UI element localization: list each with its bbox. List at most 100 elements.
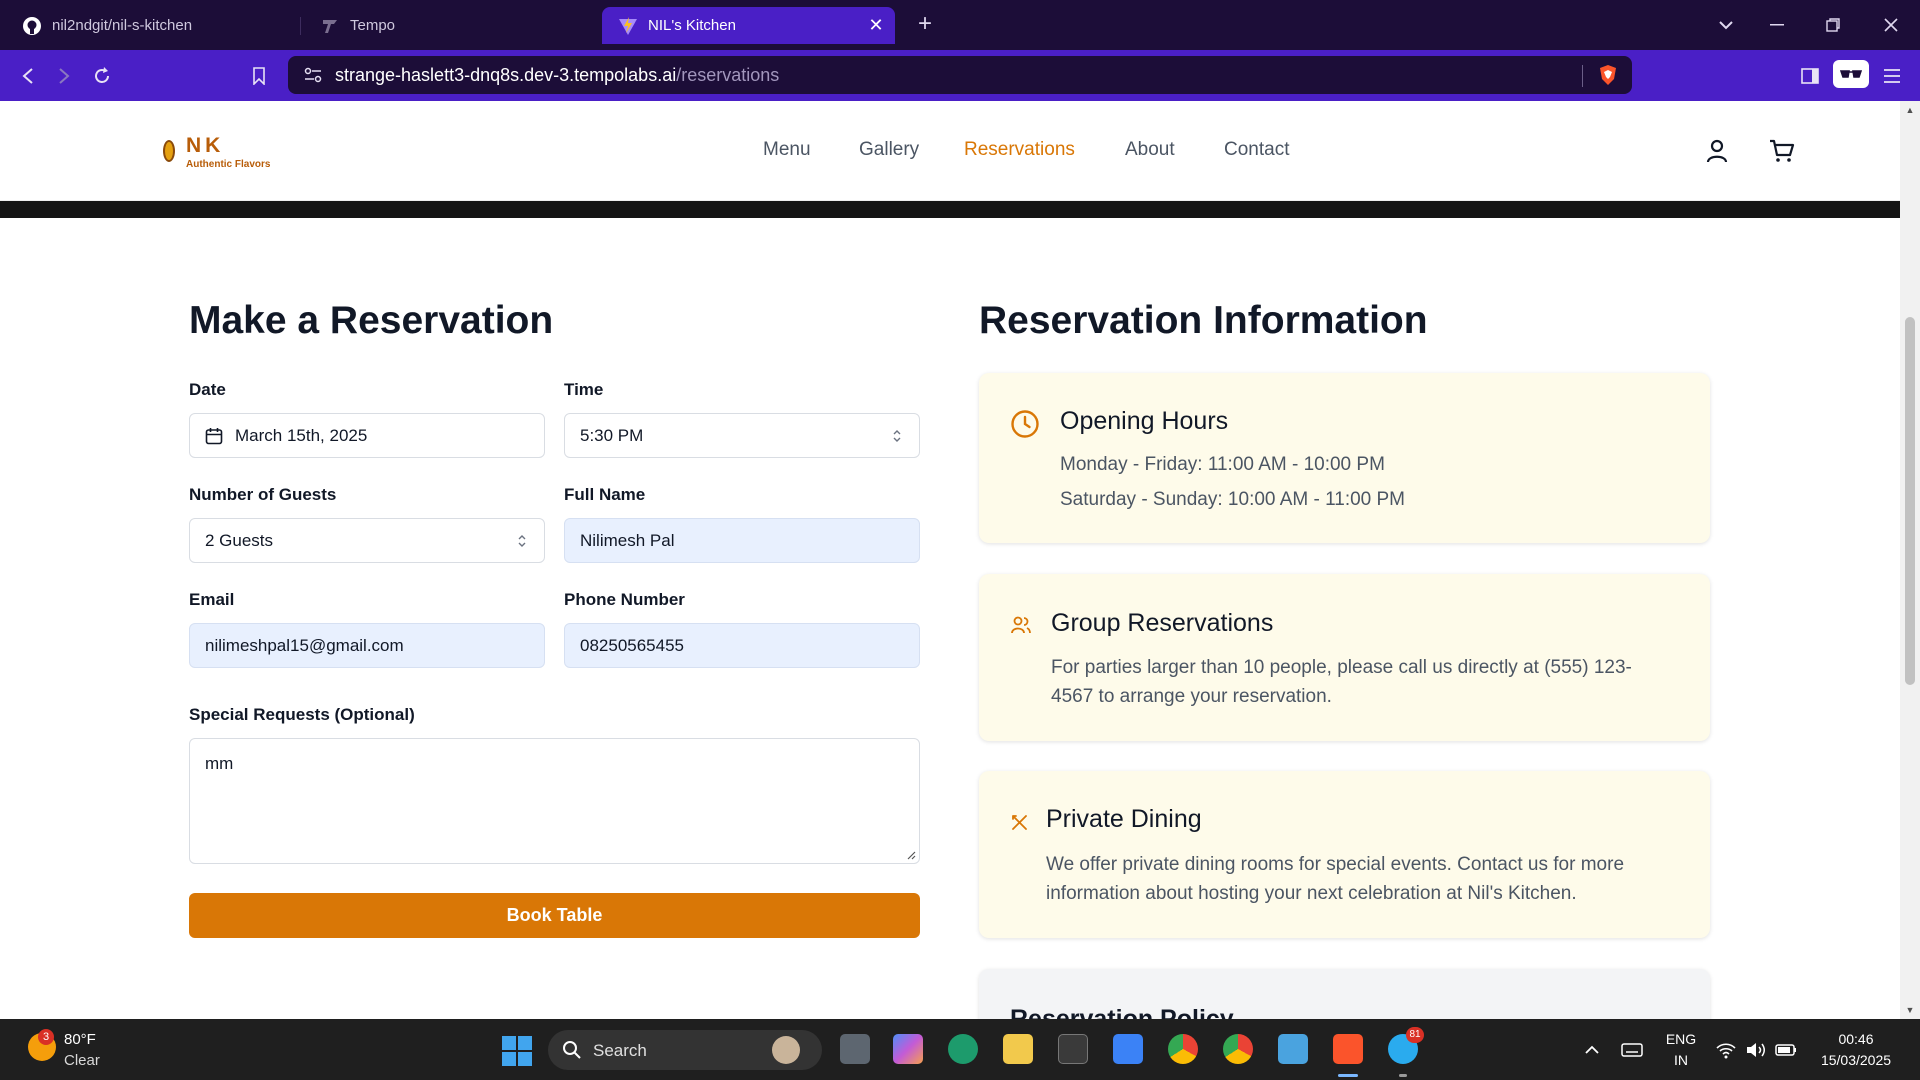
tab-search-chevron-icon[interactable] — [1711, 12, 1741, 38]
clock-icon — [1011, 410, 1039, 438]
search-highlight-icon — [772, 1036, 800, 1064]
private-dining-card: Private Dining We offer private dining r… — [979, 771, 1710, 938]
scrollbar-thumb[interactable] — [1905, 317, 1915, 685]
github-icon — [22, 16, 42, 36]
phone-input[interactable]: 08250565455 — [564, 623, 920, 668]
card-line: 4567 to arrange your reservation. — [1051, 686, 1332, 707]
sidebar-icon[interactable] — [1796, 62, 1824, 90]
running-app-indicator — [1399, 1074, 1407, 1077]
special-requests-value: mm — [205, 754, 234, 773]
book-table-button[interactable]: Book Table — [189, 893, 920, 938]
card-line: information about hosting your next cele… — [1046, 883, 1577, 904]
minimize-icon[interactable] — [1762, 12, 1792, 38]
group-reservations-card: Group Reservations For parties larger th… — [979, 574, 1710, 741]
close-tab-icon[interactable]: ✕ — [867, 16, 885, 34]
card-line: We offer private dining rooms for specia… — [1046, 854, 1625, 875]
utensils-icon — [1012, 815, 1027, 830]
nav-about[interactable]: About — [1125, 139, 1175, 161]
info-title: Reservation Information — [979, 299, 1428, 342]
show-hidden-icons-icon[interactable] — [1581, 1039, 1603, 1061]
chevron-updown-icon — [518, 535, 526, 547]
file-explorer-icon[interactable] — [1003, 1034, 1033, 1064]
tab-label: Tempo — [350, 17, 396, 34]
card-title: Group Reservations — [1051, 609, 1274, 637]
nav-gallery[interactable]: Gallery — [859, 139, 919, 161]
nav-menu[interactable]: Menu — [763, 139, 811, 161]
weather-condition: Clear — [64, 1052, 100, 1069]
restore-icon[interactable] — [1818, 12, 1848, 38]
time-select[interactable]: 5:30 PM — [564, 413, 920, 458]
calendar-icon — [205, 427, 223, 444]
clock-date[interactable]: 15/03/2025 — [1812, 1052, 1900, 1068]
tempo-icon — [320, 16, 340, 36]
phone-label: Phone Number — [564, 590, 685, 609]
card-title: Opening Hours — [1060, 407, 1229, 435]
tab-github[interactable]: nil2ndgit/nil-s-kitchen — [6, 7, 296, 44]
brave-icon[interactable] — [1333, 1034, 1363, 1064]
copilot-icon[interactable] — [893, 1034, 923, 1064]
reload-icon[interactable] — [88, 62, 116, 90]
taskbar-search[interactable]: Search — [548, 1030, 822, 1070]
weather-temp: 80°F — [64, 1031, 96, 1048]
hero-image-bottom — [0, 201, 1900, 218]
bookmark-icon[interactable] — [245, 62, 273, 90]
special-requests-textarea[interactable]: mm — [189, 738, 920, 864]
notepad-icon[interactable] — [1278, 1034, 1308, 1064]
terminal-icon[interactable] — [1058, 1034, 1088, 1064]
new-tab-button[interactable]: + — [912, 12, 938, 38]
guests-select[interactable]: 2 Guests — [189, 518, 545, 563]
date-label: Date — [189, 380, 226, 399]
full-name-input[interactable]: Nilimesh Pal — [564, 518, 920, 563]
card-title: Private Dining — [1046, 805, 1202, 833]
site-settings-icon[interactable] — [304, 67, 322, 83]
store-icon[interactable] — [1113, 1034, 1143, 1064]
active-app-indicator — [1338, 1074, 1358, 1077]
url-bar[interactable]: strange-haslett3-dnq8s.dev-3.tempolabs.a… — [288, 56, 1632, 94]
leo-ai-icon[interactable] — [1833, 60, 1869, 88]
volume-icon[interactable] — [1745, 1039, 1767, 1061]
edge-icon[interactable] — [948, 1034, 978, 1064]
users-icon — [1011, 616, 1031, 634]
battery-icon[interactable] — [1775, 1039, 1797, 1061]
lang-bottom[interactable]: IN — [1664, 1052, 1698, 1068]
scroll-up-icon[interactable]: ▲ — [1905, 105, 1915, 115]
time-label: Time — [564, 380, 604, 399]
browser-tab-bar: nil2ndgit/nil-s-kitchen Tempo NIL's Kitc… — [0, 0, 1920, 50]
scroll-down-icon[interactable]: ▼ — [1905, 1005, 1915, 1015]
email-value: nilimeshpal15@gmail.com — [205, 635, 404, 655]
full-name-value: Nilimesh Pal — [580, 530, 675, 550]
chrome-profile-icon[interactable] — [1223, 1034, 1253, 1064]
back-icon[interactable] — [14, 62, 42, 90]
resize-handle-icon[interactable] — [906, 850, 916, 860]
date-picker[interactable]: March 15th, 2025 — [189, 413, 545, 458]
opening-hours-card: Opening Hours Monday - Friday: 11:00 AM … — [979, 373, 1710, 543]
brave-shields-icon[interactable] — [1598, 64, 1618, 86]
close-window-icon[interactable] — [1876, 12, 1906, 38]
clock-time[interactable]: 00:46 — [1812, 1031, 1900, 1047]
card-line: Saturday - Sunday: 10:00 AM - 11:00 PM — [1060, 489, 1406, 510]
wifi-icon[interactable] — [1715, 1039, 1737, 1061]
search-icon — [563, 1041, 581, 1059]
tab-nils-kitchen[interactable]: NIL's Kitchen ✕ — [602, 7, 895, 44]
guests-label: Number of Guests — [189, 485, 337, 504]
page-scrollbar[interactable]: ▲ ▼ — [1900, 101, 1920, 1019]
user-icon[interactable] — [1703, 137, 1731, 165]
email-input[interactable]: nilimeshpal15@gmail.com — [189, 623, 545, 668]
tab-divider — [300, 17, 301, 35]
lang-top[interactable]: ENG — [1664, 1031, 1698, 1047]
url-path: /reservations — [676, 65, 780, 85]
main-menu-icon[interactable] — [1878, 62, 1906, 90]
chrome-icon[interactable] — [1168, 1034, 1198, 1064]
form-title: Make a Reservation — [189, 299, 554, 342]
forward-icon[interactable] — [50, 62, 78, 90]
keyboard-icon[interactable] — [1621, 1039, 1643, 1061]
tab-label: NIL's Kitchen — [648, 17, 736, 34]
nav-contact[interactable]: Contact — [1224, 139, 1289, 161]
chevron-updown-icon — [893, 430, 901, 442]
task-view-icon[interactable] — [840, 1034, 870, 1064]
nav-reservations[interactable]: Reservations — [964, 139, 1075, 161]
cart-icon[interactable] — [1768, 137, 1796, 165]
tab-tempo[interactable]: Tempo — [304, 7, 594, 44]
logo-mark-icon — [163, 140, 175, 162]
windows-start-icon[interactable] — [502, 1036, 532, 1066]
